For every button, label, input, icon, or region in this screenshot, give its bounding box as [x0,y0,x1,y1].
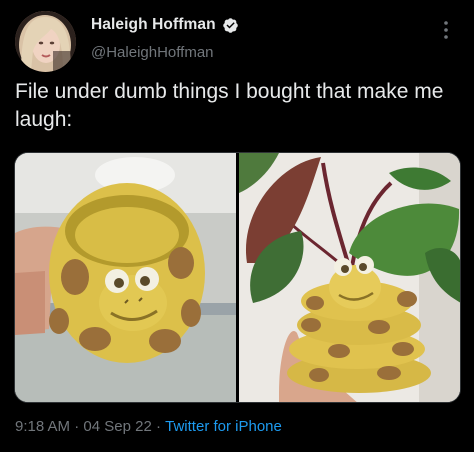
author-display-name[interactable]: Haleigh Hoffman [91,16,216,34]
author-handle[interactable]: @HaleighHoffman [91,44,214,61]
author-name-row: Haleigh Hoffman [91,16,239,34]
tweet-source-link[interactable]: Twitter for iPhone [165,418,282,435]
tweet-date[interactable]: 04 Sep 22 [83,418,151,435]
tweet-text: File under dumb things I bought that mak… [15,80,444,131]
verified-badge-icon [222,17,238,33]
more-options-icon[interactable] [436,17,456,43]
avatar-image [15,11,76,72]
meta-separator: · [70,418,84,435]
snake-planter-empty-photo[interactable] [15,153,236,402]
tweet-time[interactable]: 9:18 AM [15,418,70,435]
tweet-meta: 9:18 AM · 04 Sep 22 · Twitter for iPhone [15,418,282,435]
avatar[interactable] [15,11,76,72]
tweet-media-grid [14,152,461,403]
snake-planter-with-plant-photo[interactable] [239,153,460,402]
meta-separator: · [151,418,166,435]
